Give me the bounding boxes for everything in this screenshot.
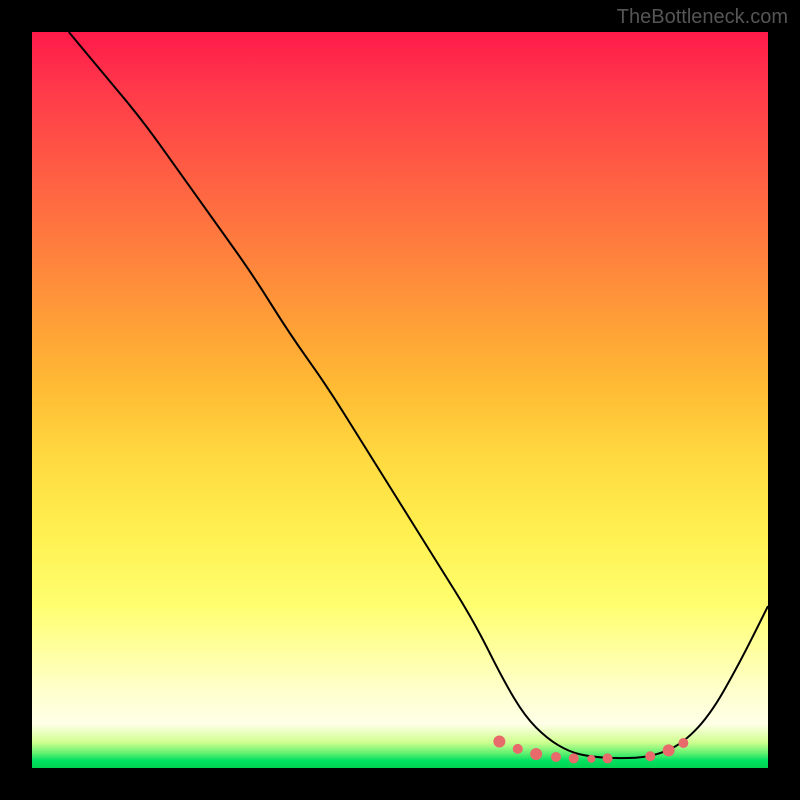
- data-marker: [663, 744, 675, 756]
- data-marker: [569, 753, 579, 763]
- data-marker: [603, 753, 613, 763]
- chart-svg: [32, 32, 768, 768]
- data-marker: [513, 744, 523, 754]
- data-marker: [551, 752, 561, 762]
- chart-plot-area: [32, 32, 768, 768]
- watermark-text: TheBottleneck.com: [617, 6, 788, 29]
- data-marker: [530, 748, 542, 760]
- data-marker: [493, 736, 505, 748]
- marker-group: [493, 736, 688, 764]
- data-marker: [645, 751, 655, 761]
- bottleneck-curve: [69, 32, 768, 758]
- data-marker: [587, 755, 595, 763]
- data-marker: [678, 738, 688, 748]
